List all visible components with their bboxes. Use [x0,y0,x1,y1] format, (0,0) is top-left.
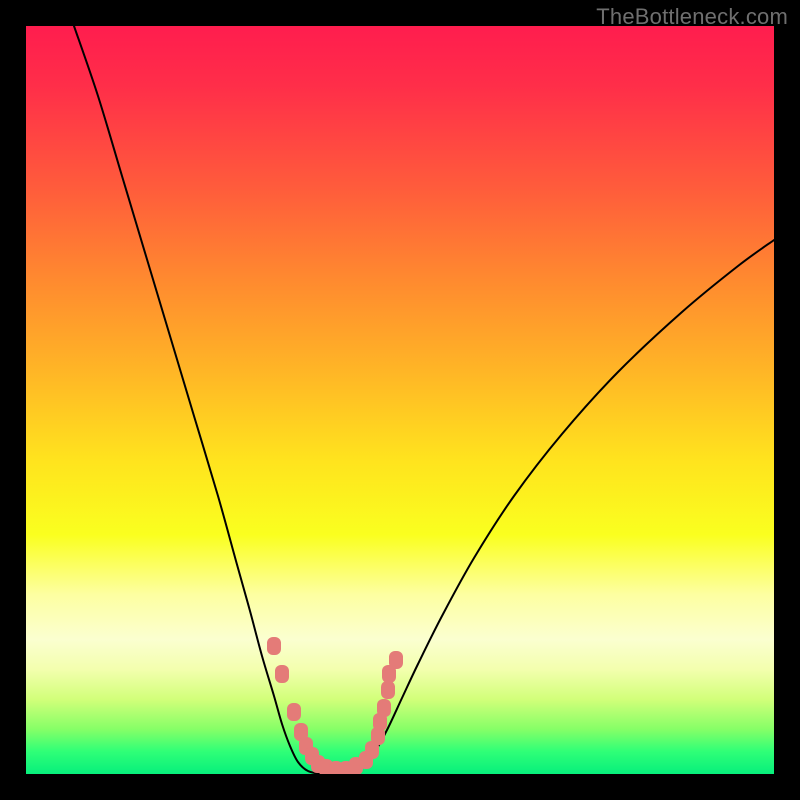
bottleneck-curve [74,26,774,774]
data-marker [287,703,301,721]
data-marker [377,699,391,717]
watermark-text: TheBottleneck.com [596,4,788,30]
data-marker [381,681,395,699]
data-marker [389,651,403,669]
chart-frame: TheBottleneck.com [0,0,800,800]
plot-area [26,26,774,774]
data-markers [267,637,403,774]
data-marker [267,637,281,655]
data-marker [275,665,289,683]
curve-svg [26,26,774,774]
